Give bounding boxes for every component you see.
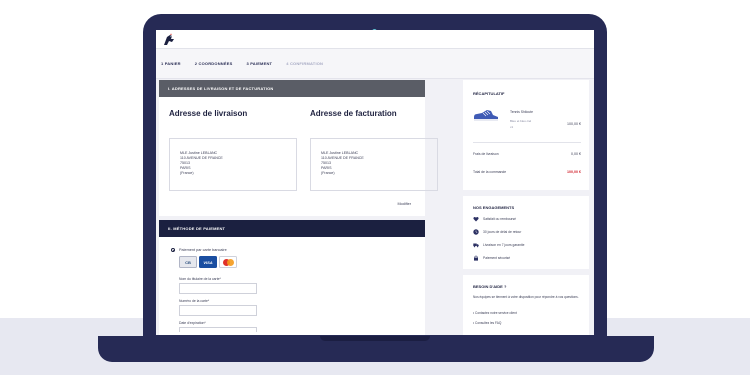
step-cart[interactable]: 1 PANIER xyxy=(161,61,181,66)
expiry-date-label: Date d'expiration* xyxy=(179,321,206,325)
payment-panel: II. MÉTHODE DE PAIEMENT Paiement par car… xyxy=(159,220,425,335)
card-logos: CB VISA xyxy=(179,256,237,268)
cb-card-icon: CB xyxy=(179,256,197,268)
truck-icon xyxy=(473,243,479,248)
total-value: 100,00 € xyxy=(567,170,581,174)
delivery-address-card[interactable]: MLE Justine LEBLANC 110 AVENUE DE FRANCE… xyxy=(169,138,297,191)
card-number-label: Numéro de la carte* xyxy=(179,299,210,303)
card-payment-radio[interactable] xyxy=(171,248,175,252)
rooster-logo-icon[interactable] xyxy=(162,33,176,46)
engagement-label: 30 jours de délai de retour xyxy=(483,230,522,234)
checkout-steps: 1 PANIER 2 COORDONNÉES 3 PAIEMENT 4 CONF… xyxy=(156,49,594,79)
visa-card-icon: VISA xyxy=(199,256,217,268)
product-name[interactable]: Tennis Shiloute xyxy=(510,110,533,115)
help-box: BESOIN D'AIDE ? Nos équipes se tiennent … xyxy=(463,275,589,335)
step-confirmation: 4 CONFIRMATION xyxy=(286,61,324,66)
modify-link[interactable]: Modifier xyxy=(397,202,411,206)
summary-title: RÉCAPITULATIF xyxy=(473,91,505,96)
billing-address-card[interactable]: MLE Justine LEBLANC 110 AVENUE DE FRANCE… xyxy=(310,138,438,191)
order-summary: RÉCAPITULATIF Tennis Shiloute Bleu et bl… xyxy=(463,80,589,190)
step-payment[interactable]: 3 PAIEMENT xyxy=(246,61,272,66)
engagement-item: Livraison en 7 jours garantie xyxy=(473,242,524,248)
product-price: 100,00 € xyxy=(567,122,581,126)
engagement-label: Livraison en 7 jours garantie xyxy=(483,243,525,247)
engagements-box: NOS ENGAGEMENTS Satisfait ou remboursé 3… xyxy=(463,196,589,269)
payment-section-header: II. MÉTHODE DE PAIEMENT xyxy=(159,220,425,237)
address-panel: I. ADRESSES DE LIVRAISON ET DE FACTURATI… xyxy=(159,80,438,216)
laptop-screen: 1 PANIER 2 COORDONNÉES 3 PAIEMENT 4 CONF… xyxy=(156,30,594,335)
step-details[interactable]: 2 COORDONNÉES xyxy=(195,61,233,66)
contact-customer-service-link[interactable]: • Contactez notre service client xyxy=(473,311,517,315)
cardholder-name-field[interactable] xyxy=(179,283,257,294)
product-quantity: x1 xyxy=(510,125,514,129)
engagement-label: Paiement sécurisé xyxy=(483,256,511,260)
site-header xyxy=(156,30,594,49)
billing-address-title: Adresse de facturation xyxy=(310,109,397,118)
help-text: Nos équipes se tiennent à votre disposit… xyxy=(473,295,579,299)
expiry-date-field[interactable] xyxy=(179,327,257,332)
laptop-notch xyxy=(320,336,430,341)
engagement-label: Satisfait ou remboursé xyxy=(483,217,516,221)
clock-icon xyxy=(473,229,479,235)
engagement-item: Paiement sécurisé xyxy=(473,255,510,261)
card-payment-label[interactable]: Paiement par carte bancaire xyxy=(179,248,227,252)
address-line: (France) xyxy=(321,171,335,175)
address-line: (France) xyxy=(180,171,194,175)
heart-icon xyxy=(473,216,479,222)
help-title: BESOIN D'AIDE ? xyxy=(473,284,507,289)
mastercard-icon xyxy=(219,256,237,268)
delivery-address-title: Adresse de livraison xyxy=(169,109,248,118)
total-label: Total de la commande xyxy=(473,170,507,174)
cardholder-name-label: Nom du titulaire de la carte* xyxy=(179,277,221,281)
lock-icon xyxy=(474,255,478,261)
engagement-item: Satisfait ou remboursé xyxy=(473,216,516,222)
product-color: Bleu et bleu ciel xyxy=(510,119,532,123)
faq-link[interactable]: • Consultez les FAQ xyxy=(473,321,501,325)
engagements-title: NOS ENGAGEMENTS xyxy=(473,205,515,210)
address-section-header: I. ADRESSES DE LIVRAISON ET DE FACTURATI… xyxy=(159,80,425,97)
divider xyxy=(473,142,581,143)
shipping-value: 0,00 € xyxy=(571,152,581,156)
engagement-item: 30 jours de délai de retour xyxy=(473,229,521,235)
checkout-sidebar: RÉCAPITULATIF Tennis Shiloute Bleu et bl… xyxy=(463,80,589,335)
sneaker-image xyxy=(474,110,498,121)
checkout-main: I. ADRESSES DE LIVRAISON ET DE FACTURATI… xyxy=(159,80,438,335)
card-number-field[interactable] xyxy=(179,305,257,316)
shipping-label: Frais de livraison xyxy=(473,152,499,156)
